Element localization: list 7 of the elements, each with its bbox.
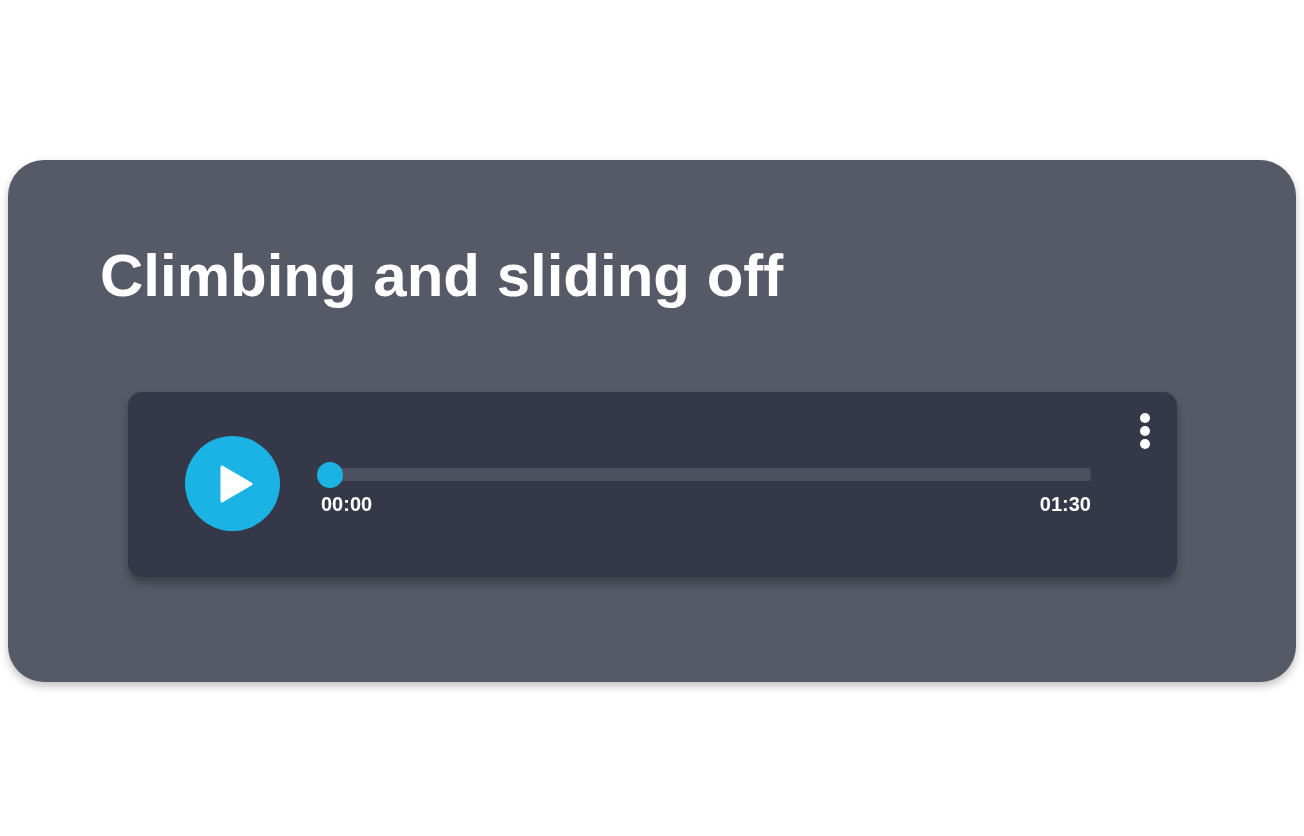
play-icon [218, 464, 253, 503]
progress-thumb[interactable] [317, 461, 343, 488]
more-options-icon [1139, 412, 1151, 450]
duration-time: 01:30 [1038, 492, 1091, 516]
elapsed-time: 00:00 [320, 492, 373, 516]
card-title: Climbing and sliding off [100, 241, 785, 311]
more-options-button[interactable] [1139, 412, 1151, 450]
